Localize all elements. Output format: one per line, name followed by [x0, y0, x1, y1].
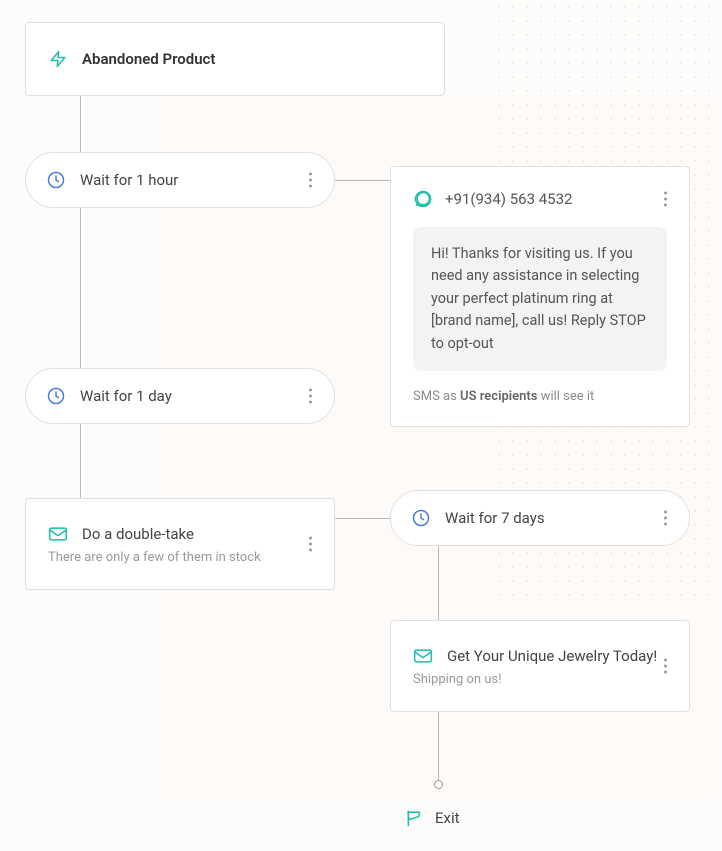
connector	[438, 712, 439, 780]
connector	[335, 180, 390, 181]
email-node-double-take[interactable]: Do a double-take There are only a few of…	[25, 498, 335, 590]
node-menu-button[interactable]	[305, 169, 316, 192]
connector	[438, 546, 439, 620]
connector	[80, 208, 81, 368]
delay-label: Wait for 1 day	[80, 387, 172, 405]
node-menu-button[interactable]	[660, 507, 671, 530]
delay-node-7-days[interactable]: Wait for 7 days	[390, 490, 690, 546]
connector	[80, 96, 81, 152]
delay-node-1-hour[interactable]: Wait for 1 hour	[25, 152, 335, 208]
lightning-icon	[48, 49, 68, 69]
exit-label: Exit	[435, 809, 460, 827]
node-menu-button[interactable]	[660, 655, 671, 678]
email-title: Do a double-take	[82, 525, 194, 543]
sms-footer-note: SMS as US recipients will see it	[413, 389, 667, 404]
mail-icon	[413, 646, 433, 666]
email-subtitle: There are only a few of them in stock	[48, 550, 261, 565]
clock-icon	[411, 508, 431, 528]
connector	[335, 518, 390, 519]
mail-icon	[48, 524, 68, 544]
flag-icon	[405, 808, 425, 828]
sms-message-body: Hi! Thanks for visiting us. If you need …	[413, 227, 667, 371]
clock-icon	[46, 170, 66, 190]
connector	[80, 424, 81, 498]
delay-label: Wait for 7 days	[445, 509, 545, 527]
node-menu-button[interactable]	[660, 188, 671, 211]
connector-endpoint	[434, 780, 443, 789]
sms-phone-number: +91(934) 563 4532	[445, 190, 572, 208]
delay-label: Wait for 1 hour	[80, 171, 178, 189]
email-subtitle: Shipping on us!	[413, 672, 657, 687]
delay-node-1-day[interactable]: Wait for 1 day	[25, 368, 335, 424]
exit-node[interactable]: Exit	[405, 808, 460, 828]
sms-preview-card[interactable]: +91(934) 563 4532 Hi! Thanks for visitin…	[390, 166, 690, 427]
trigger-node-abandoned-product[interactable]: Abandoned Product	[25, 22, 445, 96]
email-node-jewelry[interactable]: Get Your Unique Jewelry Today! Shipping …	[390, 620, 690, 712]
chat-icon	[413, 189, 433, 209]
clock-icon	[46, 386, 66, 406]
node-menu-button[interactable]	[305, 533, 316, 556]
node-menu-button[interactable]	[305, 385, 316, 408]
email-title: Get Your Unique Jewelry Today!	[447, 647, 657, 665]
trigger-title: Abandoned Product	[82, 50, 215, 68]
